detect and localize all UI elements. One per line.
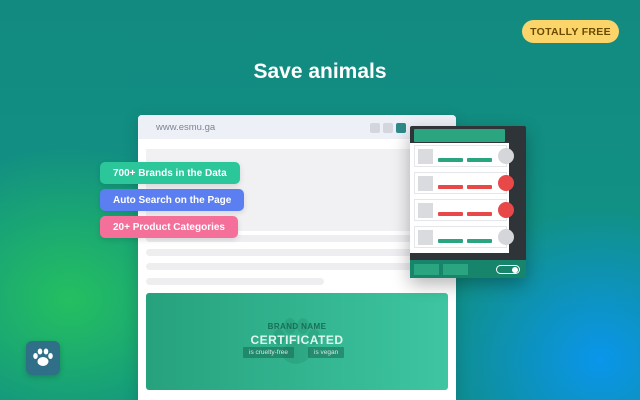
totally-free-badge: TOTALLY FREE bbox=[522, 20, 619, 43]
status-bar bbox=[467, 212, 492, 216]
status-bar bbox=[438, 185, 463, 189]
url-text: www.esmu.ga bbox=[156, 122, 216, 133]
status-dot bbox=[498, 202, 514, 218]
product-thumbnail bbox=[418, 203, 433, 218]
status-dot bbox=[498, 229, 514, 245]
product-thumbnail bbox=[418, 176, 433, 191]
status-bar bbox=[438, 158, 463, 162]
text-placeholder-line bbox=[146, 249, 444, 256]
feature-pill-categories: 20+ Product Categories bbox=[100, 216, 238, 238]
popup-header bbox=[414, 129, 505, 142]
status-dot bbox=[498, 175, 514, 191]
toggle-knob bbox=[512, 266, 518, 273]
extension-popup bbox=[410, 126, 526, 278]
text-placeholder-line bbox=[146, 263, 444, 270]
certificate-title: CERTIFICATED bbox=[250, 333, 344, 347]
footer-button[interactable] bbox=[414, 264, 439, 275]
certificate-banner: BRAND NAME CERTIFICATED is cruelty-free … bbox=[146, 293, 448, 390]
headline: Save animals bbox=[253, 60, 387, 83]
list-item[interactable] bbox=[414, 145, 514, 167]
paw-glyph-icon bbox=[33, 348, 53, 366]
text-placeholder-line bbox=[146, 278, 324, 285]
status-bar bbox=[467, 185, 492, 189]
paw-icon[interactable] bbox=[26, 341, 60, 375]
extension-icon bbox=[396, 123, 406, 133]
status-bar bbox=[467, 239, 492, 243]
window-button bbox=[370, 123, 380, 133]
feature-pill-auto-search: Auto Search on the Page bbox=[100, 189, 245, 211]
feature-pill-brands: 700+ Brands in the Data bbox=[100, 162, 240, 184]
enable-toggle[interactable] bbox=[496, 265, 520, 274]
browser-mockup: www.esmu.ga BRAND NAME CERTIFICATED is c… bbox=[138, 115, 456, 400]
list-item[interactable] bbox=[414, 226, 514, 248]
status-bar bbox=[438, 212, 463, 216]
brand-name-label: BRAND NAME bbox=[267, 322, 327, 331]
window-button bbox=[383, 123, 393, 133]
vegan-tag: is vegan bbox=[308, 347, 345, 358]
product-thumbnail bbox=[418, 230, 433, 245]
list-item[interactable] bbox=[414, 172, 514, 194]
popup-list bbox=[410, 143, 514, 253]
address-bar: www.esmu.ga bbox=[138, 115, 456, 139]
status-dot bbox=[498, 148, 514, 164]
footer-button[interactable] bbox=[443, 264, 468, 275]
status-bar bbox=[467, 158, 492, 162]
product-thumbnail bbox=[418, 149, 433, 164]
status-bar bbox=[438, 239, 463, 243]
cruelty-free-tag: is cruelty-free bbox=[243, 347, 295, 358]
list-item[interactable] bbox=[414, 199, 514, 221]
popup-footer bbox=[410, 260, 526, 278]
